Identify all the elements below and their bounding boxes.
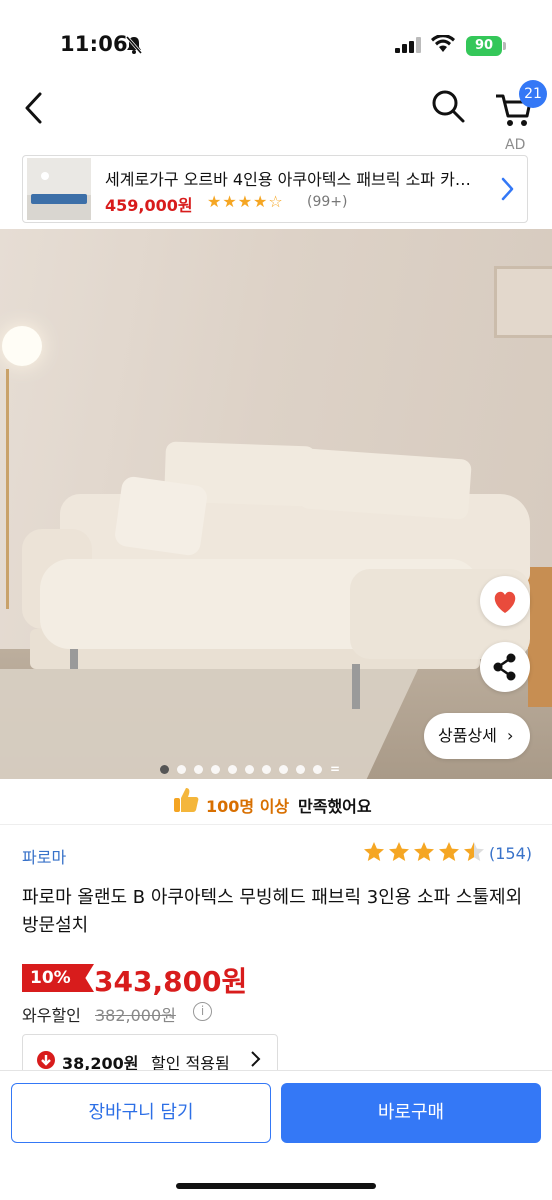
sale-price: 343,800원 bbox=[94, 965, 248, 998]
more-images-icon: = bbox=[330, 762, 341, 776]
ad-rating-stars: ★★★★☆ bbox=[207, 192, 284, 211]
pagination-dot bbox=[211, 764, 220, 774]
chevron-right-icon bbox=[499, 176, 515, 206]
product-rating-stars[interactable] bbox=[362, 840, 486, 864]
wall-art bbox=[494, 266, 552, 338]
top-nav bbox=[0, 78, 552, 138]
gallery-pagination: = bbox=[160, 762, 340, 776]
sofa-cushion bbox=[113, 475, 209, 557]
brand-link[interactable]: 파로마 bbox=[22, 844, 66, 868]
star-icon bbox=[389, 842, 409, 861]
cellular-signal-icon bbox=[395, 37, 421, 57]
satisfaction-banner: 100명 이상 만족했어요 bbox=[0, 785, 552, 819]
back-button[interactable] bbox=[18, 88, 52, 128]
pagination-dot bbox=[194, 764, 203, 774]
search-button[interactable] bbox=[428, 86, 468, 126]
add-to-cart-button[interactable]: 장바구니 담기 bbox=[11, 1083, 271, 1143]
favorite-button[interactable] bbox=[480, 576, 530, 626]
pagination-dot bbox=[245, 764, 254, 774]
battery-tip bbox=[503, 42, 506, 50]
buy-now-button[interactable]: 바로구매 bbox=[281, 1083, 541, 1143]
product-image-gallery[interactable] bbox=[0, 229, 552, 779]
silent-bell-icon bbox=[124, 35, 144, 59]
pagination-dot bbox=[279, 764, 288, 774]
satisfaction-text: 만족했어요 bbox=[298, 797, 372, 816]
review-count-link[interactable]: (154) bbox=[489, 844, 532, 863]
discount-badge: 10% bbox=[22, 964, 94, 992]
heart-icon bbox=[494, 591, 516, 613]
wow-discount-label: 와우할인 bbox=[22, 1006, 81, 1025]
status-bar: 11:06 90 bbox=[0, 0, 552, 78]
ad-title: 세계로가구 오르바 4인용 아쿠아텍스 패브릭 소파 카우치형 bbox=[105, 170, 485, 189]
status-time: 11:06 bbox=[60, 32, 128, 56]
search-icon bbox=[432, 90, 465, 123]
home-indicator bbox=[176, 1183, 376, 1189]
ad-review-count: (99+) bbox=[307, 194, 348, 210]
pagination-dot bbox=[296, 764, 305, 774]
arrow-down-icon bbox=[37, 1051, 55, 1069]
divider bbox=[0, 824, 552, 825]
bottom-action-bar: 장바구니 담기 바로구매 bbox=[0, 1070, 552, 1200]
star-icon bbox=[464, 842, 484, 861]
share-icon bbox=[493, 653, 516, 681]
star-icon bbox=[414, 842, 434, 861]
ad-price: 459,000원 bbox=[105, 196, 193, 215]
thumbs-up-icon bbox=[171, 785, 201, 819]
star-icon bbox=[364, 842, 384, 861]
chevron-right-icon bbox=[249, 1050, 261, 1072]
pagination-dot bbox=[177, 764, 186, 774]
satisfaction-count: 100명 이상 bbox=[206, 797, 290, 816]
pagination-dot bbox=[228, 764, 237, 774]
cart-count-badge: 21 bbox=[519, 80, 547, 108]
star-icon bbox=[439, 842, 459, 861]
product-detail-label: 상품상세 bbox=[438, 726, 497, 745]
original-price: 382,000원 bbox=[95, 1006, 176, 1025]
share-button[interactable] bbox=[480, 642, 530, 692]
chevron-right-icon: › bbox=[507, 726, 514, 745]
chevron-left-icon bbox=[25, 92, 42, 124]
wifi-icon bbox=[431, 34, 455, 57]
ad-label: AD bbox=[505, 137, 526, 153]
product-detail-button[interactable]: 상품상세 › bbox=[424, 713, 530, 759]
product-title: 파로마 올랜도 B 아쿠아텍스 무빙헤드 패브릭 3인용 소파 스툴제외 방문설… bbox=[22, 887, 523, 936]
ad-banner[interactable]: 세계로가구 오르바 4인용 아쿠아텍스 패브릭 소파 카우치형 459,000원… bbox=[22, 155, 528, 223]
pagination-dot bbox=[160, 764, 169, 774]
battery-icon: 90 bbox=[466, 36, 502, 56]
pagination-dot bbox=[313, 764, 322, 774]
ad-product-thumbnail bbox=[27, 158, 91, 220]
pagination-dot bbox=[262, 764, 271, 774]
info-icon[interactable]: i bbox=[193, 1002, 212, 1021]
